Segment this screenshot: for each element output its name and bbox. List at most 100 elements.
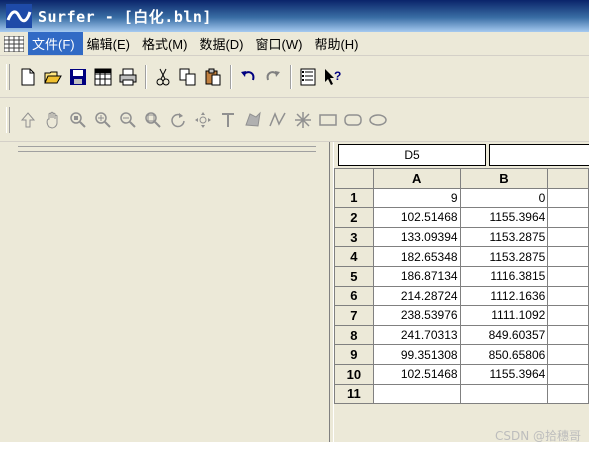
active-cell-reference[interactable]: D5 [338, 144, 486, 166]
cell-c[interactable] [547, 187, 589, 209]
cell-c[interactable] [547, 305, 589, 326]
menu-window[interactable]: 窗口(W) [252, 32, 311, 55]
copy-icon[interactable] [176, 65, 200, 89]
cut-icon[interactable] [151, 65, 175, 89]
menu-edit[interactable]: 编辑(E) [83, 32, 138, 55]
cell-c[interactable] [547, 363, 589, 385]
watermark: CSDN @拾穗哥 [494, 429, 581, 443]
new-icon[interactable] [16, 65, 40, 89]
cell-b[interactable]: 0 [459, 187, 549, 209]
zoom-in-icon[interactable] [91, 108, 115, 132]
select-arrow-icon[interactable] [16, 108, 40, 132]
cell-a[interactable]: 238.53976 [372, 305, 461, 326]
row-header[interactable]: 3 [334, 226, 374, 248]
table-row: 190 [334, 187, 589, 209]
cell-a[interactable]: 214.28724 [372, 285, 461, 307]
cell-c[interactable] [547, 207, 589, 228]
worksheet-document-icon[interactable] [4, 35, 24, 52]
zoom-actual-icon[interactable] [66, 108, 90, 132]
cell-b[interactable]: 1112.1636 [459, 285, 549, 307]
save-icon[interactable] [66, 65, 90, 89]
undo-icon[interactable] [236, 65, 260, 89]
surfer-app-icon [6, 4, 32, 28]
polygon-icon[interactable] [241, 108, 265, 132]
cell-b[interactable]: 1153.2875 [459, 226, 549, 248]
paste-icon[interactable] [201, 65, 225, 89]
menu-data[interactable]: 数据(D) [195, 32, 251, 55]
row-header[interactable]: 5 [334, 265, 374, 287]
rectangle-icon[interactable] [316, 108, 340, 132]
cell-contents-box[interactable] [489, 144, 589, 166]
row-header[interactable]: 2 [334, 207, 374, 228]
open-icon[interactable] [41, 65, 65, 89]
text-icon[interactable] [216, 108, 240, 132]
print-icon[interactable] [116, 65, 140, 89]
cell-c[interactable] [547, 285, 589, 307]
cell-b[interactable]: 850.65806 [459, 344, 549, 365]
column-header-a[interactable]: A [372, 168, 461, 189]
row-header[interactable]: 11 [334, 383, 374, 405]
table-row: 4 182.65348 1153.2875 [334, 246, 589, 267]
cell-b[interactable]: 849.60357 [459, 324, 549, 346]
row-header[interactable]: 1 [334, 187, 374, 209]
cell-a[interactable]: 186.87134 [372, 265, 461, 287]
cell-b[interactable]: 1153.2875 [459, 246, 549, 267]
table-row: 10 102.51468 1155.3964 [334, 363, 589, 385]
polyline-icon[interactable] [266, 108, 290, 132]
cell-c[interactable] [547, 344, 589, 365]
cell-c[interactable] [547, 265, 589, 287]
cell-c[interactable] [547, 246, 589, 267]
toolbar-separator [145, 64, 147, 89]
cell-a[interactable]: 182.65348 [372, 246, 461, 267]
cell-b[interactable] [459, 383, 549, 405]
row-header[interactable]: 4 [334, 246, 374, 267]
rounded-rectangle-icon[interactable] [341, 108, 365, 132]
menu-file[interactable]: 文件(F) [28, 32, 83, 55]
zoom-out-icon[interactable] [116, 108, 140, 132]
cell-b[interactable]: 1155.3964 [459, 207, 549, 228]
symbol-icon[interactable] [291, 108, 315, 132]
row-header[interactable]: 9 [334, 344, 374, 365]
menu-help[interactable]: 帮助(H) [310, 32, 366, 55]
select-all-corner[interactable] [334, 168, 374, 189]
row-header[interactable]: 6 [334, 285, 374, 307]
worksheet-panel: D5 A B 1 9 0 2 102.51468 1155.3964 3 133.09394 1… [334, 142, 589, 442]
column-header-c[interactable] [547, 168, 589, 189]
rotate-icon[interactable] [166, 108, 190, 132]
context-help-icon[interactable]: ? [321, 65, 345, 89]
cell-c[interactable] [547, 226, 589, 248]
zoom-fit-icon[interactable] [141, 108, 165, 132]
window-title: Surfer - [白化.bln] [38, 7, 212, 26]
cell-a[interactable]: 133.09394 [372, 226, 461, 248]
row-header[interactable]: 8 [334, 324, 374, 346]
cell-b[interactable]: 1116.3815 [459, 265, 549, 287]
menu-format[interactable]: 格式(M) [138, 32, 196, 55]
panel-header-lines [18, 146, 316, 152]
object-manager-icon[interactable] [296, 65, 320, 89]
cell-b[interactable]: 1111.1092 [459, 305, 549, 326]
plot-document-panel[interactable] [0, 142, 329, 442]
row-header[interactable]: 10 [334, 363, 374, 385]
pan-hand-icon[interactable] [41, 108, 65, 132]
menu-bar: 文件(F) 编辑(E) 格式(M) 数据(D) 窗口(W) 帮助(H) [0, 32, 589, 56]
column-header-b[interactable]: B [459, 168, 549, 189]
cell-a[interactable] [372, 383, 461, 405]
toolbar-grip[interactable] [6, 63, 10, 90]
cell-a[interactable]: 241.70313 [372, 324, 461, 346]
redo-icon[interactable] [261, 65, 285, 89]
worksheet-icon[interactable] [91, 65, 115, 89]
row-header[interactable]: 7 [334, 305, 374, 326]
cell-a[interactable]: 99.351308 [372, 344, 461, 365]
worksheet-grid: A B 1 9 0 2 102.51468 1155.3964 3 133.09394 1153… [334, 168, 589, 405]
ellipse-icon[interactable] [366, 108, 390, 132]
tilt-icon[interactable] [191, 108, 215, 132]
cell-b[interactable]: 1155.3964 [459, 363, 549, 385]
cell-a[interactable]: 102.51468 [372, 207, 461, 228]
cell-a[interactable]: 9 [372, 187, 461, 209]
toolbar-grip[interactable] [6, 106, 10, 133]
table-row: 8 241.70313 849.60357 [334, 324, 589, 346]
title-bar: Surfer - [白化.bln] [0, 0, 589, 32]
cell-c[interactable] [547, 324, 589, 346]
cell-c[interactable] [547, 383, 589, 405]
cell-a[interactable]: 102.51468 [372, 363, 461, 385]
